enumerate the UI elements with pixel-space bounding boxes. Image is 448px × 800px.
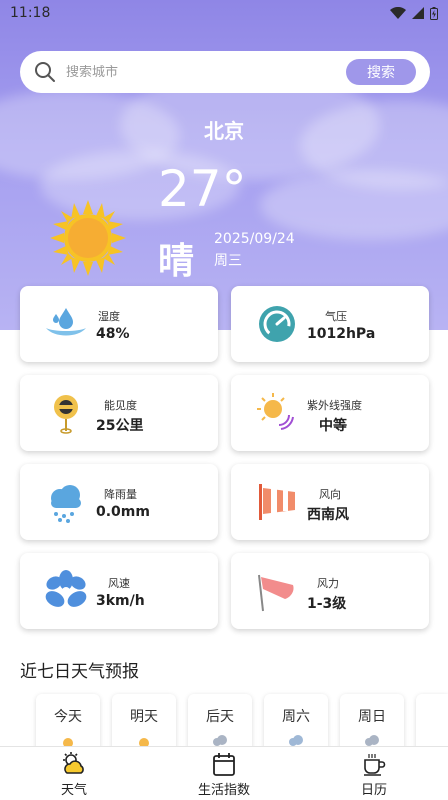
fan-icon: [45, 570, 87, 607]
card-value: 中等: [319, 418, 347, 434]
sun-icon: [63, 738, 73, 746]
current-temperature: 27°: [158, 160, 247, 218]
forecast-day[interactable]: 周日: [340, 694, 404, 754]
forecast-day-partial[interactable]: [416, 694, 448, 754]
nav-calendar[interactable]: 日历: [324, 751, 424, 798]
nav-label: 日历: [360, 783, 387, 798]
card-wind-speed[interactable]: 风速 3km/h: [20, 553, 218, 629]
city-name: 北京: [204, 119, 244, 143]
uv-icon: [257, 393, 294, 430]
weather-icon: [63, 752, 84, 774]
card-value: 3km/h: [96, 593, 145, 609]
search-input[interactable]: [66, 64, 346, 80]
nav-label: 天气: [60, 783, 87, 798]
card-uv[interactable]: 紫外线强度 中等: [231, 375, 429, 451]
card-humidity[interactable]: 湿度 48%: [20, 286, 218, 362]
card-value: 0.0mm: [96, 504, 150, 520]
current-date: 2025/09/24: [214, 231, 295, 247]
forecast-day-label: 周日: [358, 709, 386, 725]
visibility-icon: [54, 395, 78, 434]
forecast-day[interactable]: 后天: [188, 694, 252, 754]
sun-icon: [50, 200, 126, 276]
wind-flag-icon: [258, 574, 294, 612]
signal-icon: [412, 7, 424, 19]
card-label: 风向: [319, 488, 341, 501]
forecast-day[interactable]: 今天: [36, 694, 100, 754]
windsock-icon: [259, 484, 295, 520]
card-value: 25公里: [96, 418, 144, 434]
status-time: 11:18: [10, 5, 51, 21]
cloud-icon: [365, 735, 379, 746]
forecast-day-label: 周六: [282, 709, 310, 725]
search-bar: 搜索: [20, 51, 430, 93]
card-pressure[interactable]: 气压 1012hPa: [231, 286, 429, 362]
calendar-icon: [213, 753, 235, 776]
humidity-icon: [46, 308, 86, 336]
rain-cloud-icon: [51, 485, 81, 523]
card-label: 降雨量: [104, 488, 137, 501]
status-bar: 11:18: [0, 0, 448, 26]
card-value: 48%: [96, 326, 130, 342]
card-label: 风力: [317, 577, 339, 590]
wifi-icon: [390, 7, 406, 19]
battery-icon: [430, 6, 438, 20]
coffee-icon: [364, 754, 386, 776]
nav-label: 生活指数: [197, 783, 250, 798]
cloud-icon: [213, 735, 227, 746]
bottom-nav: 天气 生活指数 日历: [0, 746, 448, 800]
card-label: 能见度: [104, 399, 137, 412]
card-wind-direction[interactable]: 风向 西南风: [231, 464, 429, 540]
card-value: 1-3级: [307, 596, 347, 612]
current-condition: 晴: [158, 241, 195, 282]
card-label: 紫外线强度: [307, 399, 362, 412]
search-button[interactable]: 搜索: [346, 59, 416, 85]
card-value: 西南风: [307, 507, 349, 523]
sun-icon: [139, 738, 149, 746]
card-visibility[interactable]: 能见度 25公里: [20, 375, 218, 451]
card-label: 湿度: [98, 310, 120, 323]
card-wind-force[interactable]: 风力 1-3级: [231, 553, 429, 629]
card-label: 气压: [325, 310, 347, 323]
search-icon: [35, 62, 55, 82]
card-label: 风速: [108, 577, 130, 590]
forecast-day-label: 明天: [130, 709, 158, 725]
nav-life-index[interactable]: 生活指数: [174, 751, 274, 798]
forecast-day[interactable]: 周六: [264, 694, 328, 754]
forecast-day-label: 后天: [206, 709, 234, 725]
forecast-day-label: 今天: [54, 709, 82, 725]
forecast-day[interactable]: 明天: [112, 694, 176, 754]
nav-weather[interactable]: 天气: [24, 751, 124, 798]
cloud-icon: [289, 735, 303, 746]
card-value: 1012hPa: [307, 326, 376, 342]
current-weekday: 周三: [214, 253, 242, 269]
forecast-title: 近七日天气预报: [20, 662, 139, 682]
pressure-gauge-icon: [259, 306, 295, 342]
card-rainfall[interactable]: 降雨量 0.0mm: [20, 464, 218, 540]
